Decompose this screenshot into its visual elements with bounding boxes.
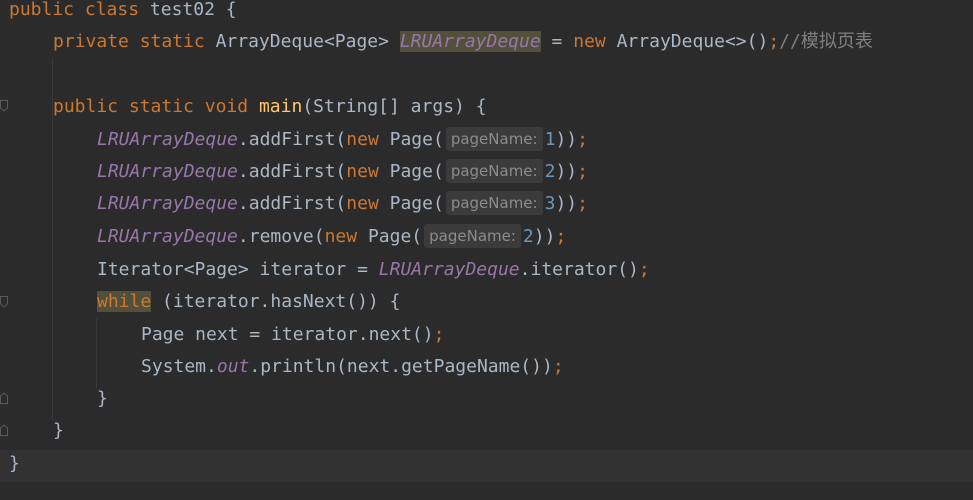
constructor-call[interactable]: Page( (390, 161, 444, 182)
close-brace: } (53, 420, 64, 441)
number-literal: 3 (544, 193, 556, 214)
field-reference[interactable]: LRUArrayDeque (97, 129, 238, 150)
number-literal: 2 (544, 161, 556, 182)
code-line-close-class: } (9, 448, 20, 480)
parameter-hint: pageName: (445, 159, 543, 183)
keyword-void: void (204, 96, 249, 117)
keyword-new: new (324, 226, 358, 247)
closing-parens: )) (555, 161, 578, 182)
method-call[interactable]: .println(next.getPageName()) (249, 356, 552, 377)
closing-parens: )) (533, 226, 556, 247)
number-literal: 1 (544, 129, 556, 150)
semicolon: ; (577, 129, 588, 150)
code-line-add-first[interactable]: LRUArrayDeque.addFirst(new Page(pageName… (97, 188, 588, 220)
parameter-hint: pageName: (424, 224, 521, 248)
fold-marker-icon[interactable] (0, 296, 8, 308)
number-literal: 2 (522, 226, 534, 247)
method-name[interactable]: main (259, 96, 302, 117)
method-call[interactable]: .addFirst( (238, 193, 346, 214)
code-line-close-method: } (53, 415, 64, 447)
method-params: (String[] args) { (302, 96, 487, 117)
constructor-call[interactable]: Page( (390, 129, 444, 150)
code-line-close-while: } (97, 383, 108, 415)
fold-marker-icon[interactable] (0, 424, 8, 436)
code-editor[interactable]: public class test02 { private static Arr… (0, 0, 973, 500)
field-reference[interactable]: LRUArrayDeque (379, 259, 520, 280)
code-line-remove[interactable]: LRUArrayDeque.remove(new Page(pageName: 2… (97, 221, 566, 253)
fold-marker-icon[interactable] (0, 100, 8, 112)
closing-parens: )) (555, 193, 578, 214)
close-brace: } (9, 453, 20, 474)
iterator-declaration[interactable]: Iterator<Page> iterator = (97, 259, 379, 280)
field-reference[interactable]: LRUArrayDeque (97, 161, 238, 182)
keyword-public: public (9, 0, 75, 20)
keyword-new: new (346, 161, 379, 182)
keyword-new: new (346, 193, 379, 214)
keyword-new: new (573, 31, 606, 52)
field-reference[interactable]: LRUArrayDeque (97, 193, 238, 214)
code-line-add-first[interactable]: LRUArrayDeque.addFirst(new Page(pageName… (97, 124, 588, 156)
code-line-method-decl[interactable]: public static void main(String[] args) { (53, 91, 487, 123)
keyword-static: static (139, 31, 205, 52)
semicolon: ; (577, 193, 588, 214)
assign-operator: = (551, 31, 563, 52)
system-class[interactable]: System. (141, 356, 217, 377)
parameter-hint: pageName: (445, 127, 543, 151)
code-line-class-decl[interactable]: public class test02 { (9, 0, 237, 26)
field-name[interactable]: LRUArrayDeque (399, 31, 541, 52)
static-field-out[interactable]: out (217, 356, 250, 377)
keyword-class: class (84, 0, 140, 20)
field-type[interactable]: ArrayDeque<Page> (216, 31, 389, 52)
semicolon: ; (768, 31, 780, 52)
current-line-highlight (0, 450, 973, 482)
method-call[interactable]: .addFirst( (238, 161, 346, 182)
fold-marker-icon[interactable] (0, 392, 8, 404)
keyword-static: static (128, 96, 194, 117)
method-call[interactable]: .addFirst( (238, 129, 346, 150)
code-line-while[interactable]: while (iterator.hasNext()) { (97, 286, 400, 318)
next-declaration[interactable]: Page next = iterator.next() (141, 324, 434, 345)
code-comment: //模拟页表 (779, 31, 873, 52)
semicolon: ; (577, 161, 588, 182)
keyword-public: public (53, 96, 119, 117)
parameter-hint: pageName: (445, 191, 543, 215)
keyword-while[interactable]: while (97, 291, 152, 312)
semicolon: ; (433, 324, 445, 345)
close-brace: } (97, 388, 108, 409)
code-line-iterator[interactable]: Iterator<Page> iterator = LRUArrayDeque.… (97, 254, 650, 286)
open-brace: { (225, 0, 237, 20)
constructor-call[interactable]: ArrayDeque<>() (617, 31, 769, 52)
constructor-call[interactable]: Page( (368, 226, 422, 247)
closing-parens: )) (555, 129, 578, 150)
method-call[interactable]: .iterator() (520, 259, 639, 280)
code-line-add-first[interactable]: LRUArrayDeque.addFirst(new Page(pageName… (97, 156, 588, 188)
while-condition: (iterator.hasNext()) { (151, 291, 401, 312)
field-reference[interactable]: LRUArrayDeque (97, 226, 238, 247)
method-call[interactable]: .remove( (238, 226, 325, 247)
class-name[interactable]: test02 (150, 0, 215, 20)
code-line-field-decl[interactable]: private static ArrayDeque<Page> LRUArray… (53, 26, 873, 58)
semicolon: ; (552, 356, 564, 377)
code-line-println[interactable]: System.out.println(next.getPageName()); (141, 351, 564, 383)
constructor-call[interactable]: Page( (390, 193, 444, 214)
indent-guide (96, 318, 97, 388)
semicolon: ; (555, 226, 567, 247)
semicolon: ; (638, 259, 650, 280)
keyword-private: private (53, 31, 129, 52)
code-line-next[interactable]: Page next = iterator.next(); (141, 319, 444, 351)
keyword-new: new (346, 129, 379, 150)
